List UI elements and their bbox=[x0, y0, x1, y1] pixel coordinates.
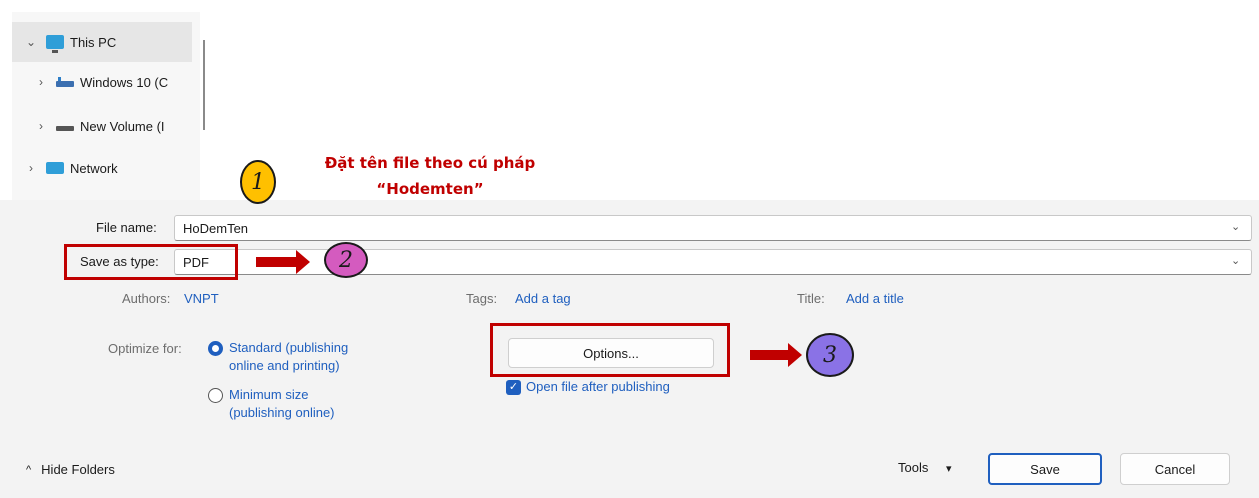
caret-down-icon: ▾ bbox=[945, 463, 952, 475]
chevron-down-icon[interactable]: ⌄ bbox=[1231, 222, 1241, 233]
chevron-right-icon[interactable]: › bbox=[34, 75, 48, 89]
nav-item-network[interactable]: › Network bbox=[12, 148, 192, 188]
file-name-input[interactable]: HoDemTen ⌄ bbox=[174, 215, 1252, 241]
optimize-for-label: Optimize for: bbox=[108, 341, 182, 356]
chevron-down-icon[interactable]: ⌄ bbox=[24, 35, 38, 49]
dialog-footer: ^ Hide Folders Tools ▾ Save Cancel bbox=[0, 438, 1259, 498]
chevron-right-icon[interactable]: › bbox=[34, 119, 48, 133]
file-name-value: HoDemTen bbox=[183, 220, 249, 236]
authors-label: Authors: bbox=[122, 291, 171, 306]
annotation-badge-2: 2 bbox=[324, 242, 368, 278]
optimize-minimum-label-line2[interactable]: (publishing online) bbox=[229, 404, 335, 421]
tags-label: Tags: bbox=[466, 291, 498, 306]
optimize-standard-label-line2[interactable]: online and printing) bbox=[229, 357, 340, 374]
open-after-publishing-checkbox[interactable]: ✓ bbox=[506, 380, 521, 395]
windows-drive-icon bbox=[56, 77, 74, 87]
nav-item-label: Windows 10 (C bbox=[80, 74, 169, 90]
navigation-pane: ⌄ This PC › Windows 10 (C › New Volume (… bbox=[12, 12, 200, 200]
annotation-arrow-2 bbox=[256, 250, 310, 274]
nav-item-label: Network bbox=[70, 160, 118, 176]
title-label: Title: bbox=[797, 291, 825, 306]
network-icon bbox=[46, 162, 64, 174]
annotation-text-line1: Đặt tên file theo cú pháp bbox=[324, 154, 536, 172]
chevron-right-icon[interactable]: › bbox=[24, 161, 38, 175]
authors-value[interactable]: VNPT bbox=[184, 291, 219, 306]
add-title-link[interactable]: Add a title bbox=[846, 291, 904, 306]
annotation-highlight-save-type bbox=[64, 244, 238, 280]
nav-item-this-pc[interactable]: ⌄ This PC bbox=[12, 22, 192, 62]
nav-item-label: New Volume (I bbox=[80, 118, 165, 134]
add-tag-link[interactable]: Add a tag bbox=[515, 291, 571, 306]
hide-folders-button[interactable]: ^ Hide Folders bbox=[26, 462, 115, 477]
nav-item-windows-drive[interactable]: › Windows 10 (C bbox=[12, 62, 192, 102]
annotation-text-line2: “Hodemten” bbox=[376, 180, 484, 198]
nav-item-new-volume[interactable]: › New Volume (I bbox=[12, 106, 192, 146]
annotation-arrow-3 bbox=[750, 343, 802, 367]
save-button[interactable]: Save bbox=[988, 453, 1102, 485]
open-after-publishing-label[interactable]: Open file after publishing bbox=[526, 378, 670, 395]
computer-icon bbox=[46, 35, 64, 53]
cancel-button[interactable]: Cancel bbox=[1120, 453, 1230, 485]
optimize-standard-radio[interactable] bbox=[208, 341, 223, 356]
annotation-badge-3: 3 bbox=[806, 333, 854, 377]
annotation-badge-1: 1 bbox=[240, 160, 276, 204]
chevron-down-icon[interactable]: ⌄ bbox=[1231, 256, 1241, 267]
hide-folders-label: Hide Folders bbox=[41, 462, 115, 477]
navigation-area: ⌄ This PC › Windows 10 (C › New Volume (… bbox=[0, 0, 1259, 200]
chevron-up-icon: ^ bbox=[26, 463, 32, 476]
drive-icon bbox=[56, 125, 74, 131]
annotation-highlight-options bbox=[490, 323, 730, 377]
tools-dropdown[interactable]: Tools ▾ bbox=[898, 460, 952, 475]
optimize-minimum-radio[interactable] bbox=[208, 388, 223, 403]
optimize-minimum-label-line1[interactable]: Minimum size bbox=[229, 386, 308, 403]
file-name-label: File name: bbox=[96, 220, 157, 235]
tools-label: Tools bbox=[898, 460, 929, 475]
nav-scrollbar[interactable] bbox=[203, 40, 205, 130]
optimize-standard-label-line1[interactable]: Standard (publishing bbox=[229, 339, 348, 356]
nav-item-label: This PC bbox=[70, 34, 117, 50]
